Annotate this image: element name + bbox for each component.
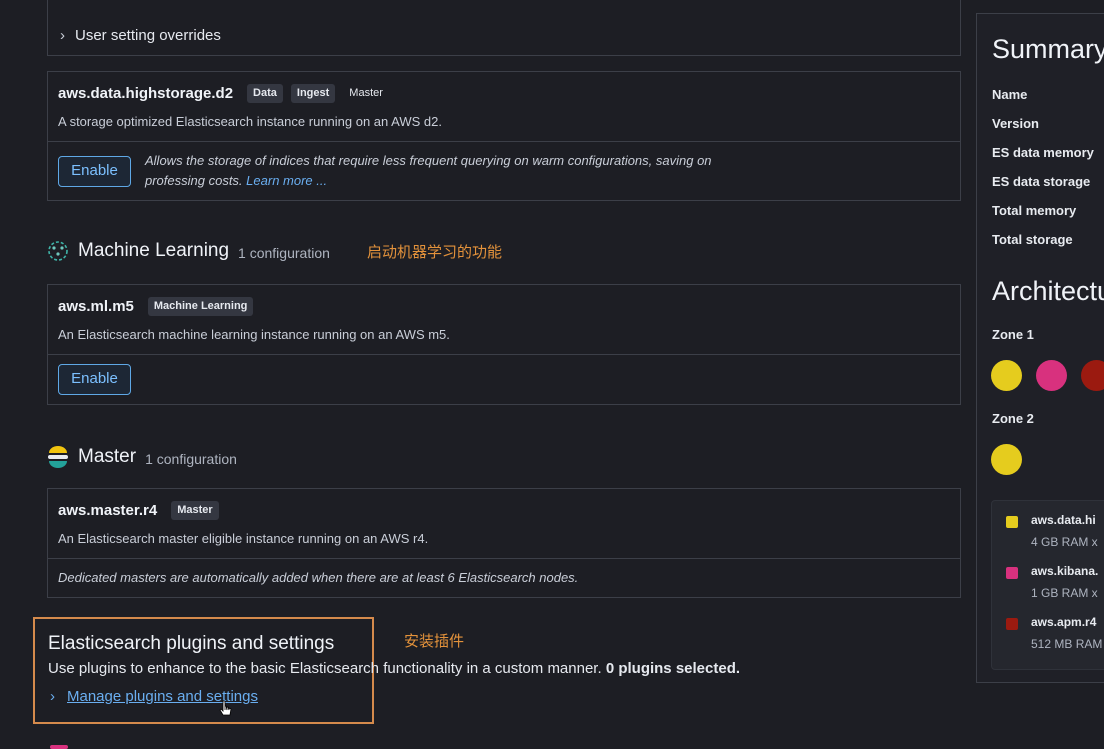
enable-button[interactable]: Enable bbox=[58, 364, 131, 395]
user-overrides-panel: › User setting overrides bbox=[47, 0, 961, 56]
divider bbox=[48, 354, 960, 355]
badge-master: Master bbox=[349, 87, 383, 99]
master-icon bbox=[47, 445, 69, 469]
highstorage-card: aws.data.highstorage.d2 Data Ingest Mast… bbox=[47, 71, 961, 201]
summary-total-storage-label: Total storage bbox=[992, 232, 1073, 247]
next-section-icon-edge bbox=[50, 745, 68, 749]
master-section-title: Master bbox=[78, 446, 137, 467]
ml-annotation: 启动机器学习的功能 bbox=[367, 244, 503, 261]
master-config-count: 1 configuration bbox=[145, 450, 237, 467]
instance-description: An Elasticsearch master eligible instanc… bbox=[58, 531, 429, 546]
plugins-annotation: 安装插件 bbox=[404, 633, 465, 650]
enable-button[interactable]: Enable bbox=[58, 156, 131, 187]
legend-kibana-name: aws.kibana. bbox=[1031, 564, 1099, 578]
legend-data-sub: 4 GB RAM x bbox=[1031, 535, 1098, 549]
legend-apm-sub: 512 MB RAM bbox=[1031, 637, 1103, 651]
badge-ingest: Ingest bbox=[290, 84, 336, 103]
badge-machine-learning: Machine Learning bbox=[147, 297, 254, 316]
zone2-data-node[interactable] bbox=[991, 444, 1022, 475]
ml-section-header: Machine Learning 1 configuration bbox=[47, 240, 330, 262]
warm-note: Allows the storage of indices that requi… bbox=[145, 153, 712, 188]
zone1-apm-node[interactable] bbox=[1081, 360, 1104, 391]
legend-data-name: aws.data.hi bbox=[1031, 513, 1096, 527]
zone1-label: Zone 1 bbox=[992, 327, 1034, 342]
plugins-title: Elasticsearch plugins and settings bbox=[48, 633, 335, 654]
summary-es-data-memory-label: ES data memory bbox=[992, 145, 1094, 160]
chevron-right-icon: › bbox=[50, 688, 55, 705]
badge-data: Data bbox=[247, 84, 283, 103]
machine-learning-icon bbox=[47, 240, 69, 262]
mouse-pointer-icon bbox=[219, 700, 233, 723]
legend-swatch-data bbox=[1006, 516, 1018, 528]
architecture-legend: aws.data.hi 4 GB RAM x aws.kibana. 1 GB … bbox=[991, 500, 1104, 670]
badge-master: Master bbox=[171, 501, 219, 520]
legend-swatch-kibana bbox=[1006, 567, 1018, 579]
ml-section-title: Machine Learning bbox=[78, 240, 230, 261]
user-overrides-label: User setting overrides bbox=[75, 27, 221, 44]
legend-swatch-apm bbox=[1006, 618, 1018, 630]
divider bbox=[48, 558, 960, 559]
dedicated-masters-note: Dedicated masters are automatically adde… bbox=[58, 570, 579, 585]
divider bbox=[48, 141, 960, 142]
legend-kibana-sub: 1 GB RAM x bbox=[1031, 586, 1098, 600]
instance-name: aws.master.r4 bbox=[58, 502, 158, 519]
summary-total-memory-label: Total memory bbox=[992, 203, 1077, 218]
master-card: aws.master.r4 Master An Elasticsearch ma… bbox=[47, 488, 961, 598]
summary-name-label: Name bbox=[992, 87, 1028, 102]
instance-name: aws.data.highstorage.d2 bbox=[58, 85, 234, 102]
plugins-description: Use plugins to enhance to the basic Elas… bbox=[48, 660, 741, 677]
ml-config-count: 1 configuration bbox=[238, 244, 330, 261]
instance-description: A storage optimized Elasticsearch instan… bbox=[58, 114, 442, 129]
summary-panel: Summary Name Version ES data memory ES d… bbox=[976, 13, 1104, 683]
instance-description: An Elasticsearch machine learning instan… bbox=[58, 327, 450, 342]
legend-apm-name: aws.apm.r4 bbox=[1031, 615, 1097, 629]
learn-more-link[interactable]: Learn more ... bbox=[246, 173, 327, 188]
zone1-data-node[interactable] bbox=[991, 360, 1022, 391]
master-section-header: Master 1 configuration bbox=[47, 445, 237, 469]
zone1-kibana-node[interactable] bbox=[1036, 360, 1067, 391]
chevron-right-icon: › bbox=[60, 27, 65, 44]
summary-es-data-storage-label: ES data storage bbox=[992, 174, 1091, 189]
architecture-title: Architectu bbox=[992, 276, 1104, 306]
summary-title: Summary bbox=[992, 34, 1104, 64]
plugins-selected-count: 0 plugins selected. bbox=[605, 660, 741, 677]
instance-name: aws.ml.m5 bbox=[58, 298, 134, 315]
user-overrides-toggle[interactable]: › User setting overrides bbox=[60, 27, 221, 44]
ml-card: aws.ml.m5 Machine Learning An Elasticsea… bbox=[47, 284, 961, 405]
summary-version-label: Version bbox=[992, 116, 1039, 131]
zone2-label: Zone 2 bbox=[992, 411, 1034, 426]
